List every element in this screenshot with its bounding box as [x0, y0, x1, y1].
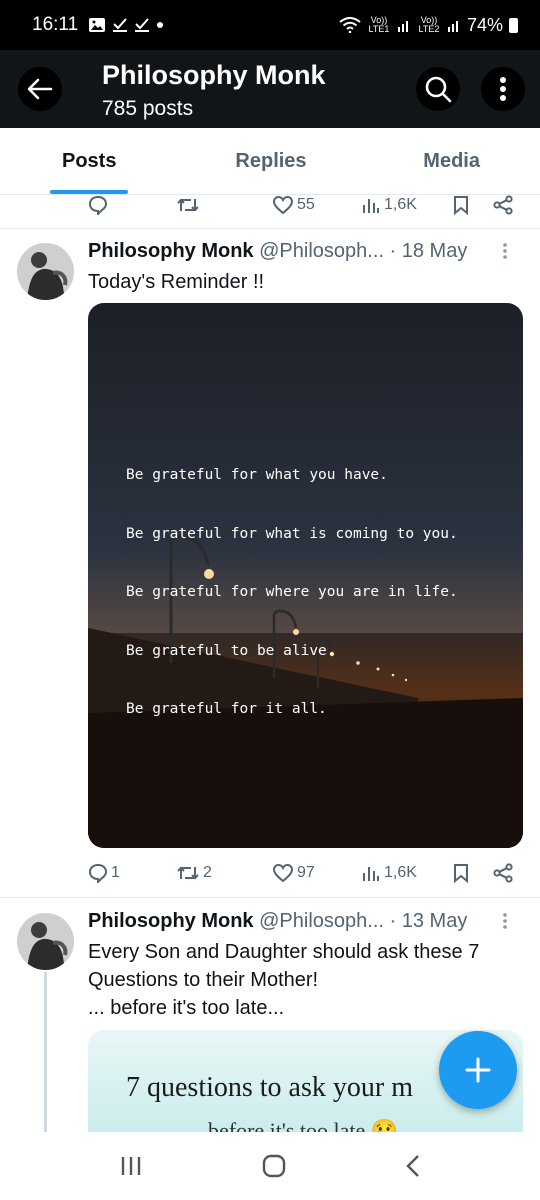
- posts-count: 785 posts: [102, 97, 194, 120]
- repost-icon: [177, 198, 199, 212]
- volte2-label: Vo)) LTE2: [418, 15, 440, 34]
- heart-icon: [272, 195, 294, 215]
- like-button[interactable]: 55: [272, 190, 315, 220]
- repost-button[interactable]: 2: [176, 858, 212, 888]
- share-button[interactable]: [492, 190, 514, 220]
- author-handle[interactable]: @Philosoph...: [259, 910, 384, 932]
- avatar-statue-image: [17, 913, 74, 970]
- repost-count: 2: [203, 864, 212, 881]
- views-count: 1,6K: [384, 864, 417, 881]
- battery-icon: [509, 17, 518, 33]
- tweet-header: Philosophy Monk @Philosoph... · 13 May: [88, 910, 467, 933]
- search-icon: [425, 76, 452, 103]
- author-handle[interactable]: @Philosoph...: [259, 240, 384, 262]
- avatar[interactable]: [17, 913, 74, 970]
- arrow-left-icon: [27, 78, 53, 100]
- like-button[interactable]: 97: [272, 858, 315, 888]
- author-name[interactable]: Philosophy Monk: [88, 910, 254, 932]
- tweet-text-line: ... before it's too late...: [88, 997, 285, 1019]
- status-notification-icons: [88, 17, 164, 33]
- image-icon: [89, 18, 106, 32]
- image-quote-text: Be grateful for what you have. Be gratef…: [126, 427, 458, 759]
- status-right: Vo)) LTE1 Vo)) LTE2 74%: [339, 15, 518, 36]
- views-icon: [363, 199, 379, 213]
- search-button[interactable]: [416, 67, 460, 111]
- divider: [0, 897, 540, 898]
- reply-icon: [88, 195, 108, 215]
- quote-line: Be grateful for what is coming to you.: [126, 525, 458, 542]
- divider: [0, 228, 540, 229]
- views-count: 1,6K: [384, 196, 417, 213]
- recent-apps-icon[interactable]: [119, 1155, 143, 1177]
- tweet-actions: 1 2 97 1,6K: [88, 858, 520, 888]
- profile-page: 16:11 Vo)) LTE1 Vo)) LTE2 74% Philosophy…: [0, 0, 540, 1200]
- avatar-statue-image: [17, 243, 74, 300]
- compose-button[interactable]: [439, 1031, 517, 1109]
- image-title-text: 7 questions to ask your m: [126, 1072, 413, 1103]
- share-icon: [493, 195, 513, 215]
- reply-button[interactable]: 1: [88, 858, 120, 888]
- heart-icon: [272, 863, 294, 883]
- reply-count: 1: [111, 864, 120, 881]
- bookmark-button[interactable]: [452, 858, 470, 888]
- more-options-button[interactable]: [481, 67, 525, 111]
- profile-tabs: Posts Replies Media: [0, 128, 540, 195]
- dot-icon: [157, 22, 164, 28]
- plus-icon: [465, 1057, 491, 1083]
- signal-icon: [397, 21, 408, 32]
- tweet-text: Every Son and Daughter should ask these …: [88, 938, 518, 1022]
- status-bar: 16:11 Vo)) LTE1 Vo)) LTE2 74%: [0, 0, 540, 50]
- back-button[interactable]: [18, 67, 62, 111]
- bookmark-icon: [454, 196, 468, 215]
- avatar[interactable]: [17, 243, 74, 300]
- bookmark-icon: [454, 864, 468, 883]
- system-nav-bar: [0, 1132, 540, 1200]
- views-button[interactable]: 1,6K: [361, 858, 417, 888]
- like-count: 55: [297, 196, 315, 213]
- tweet-header: Philosophy Monk @Philosoph... · 18 May: [88, 240, 467, 263]
- volte1-label: Vo)) LTE1: [368, 15, 390, 34]
- bookmark-button[interactable]: [452, 190, 470, 220]
- wifi-icon: [339, 17, 361, 33]
- check-download-icon: [135, 18, 150, 32]
- repost-icon: [177, 866, 199, 880]
- profile-name: Philosophy Monk: [102, 60, 326, 90]
- tweet-more-button[interactable]: [502, 912, 508, 936]
- tweet-date[interactable]: · 18 May: [390, 240, 468, 262]
- views-icon: [363, 867, 379, 881]
- tweet-text: Today's Reminder !!: [88, 271, 265, 293]
- share-button[interactable]: [492, 858, 514, 888]
- back-nav-icon[interactable]: [405, 1154, 421, 1178]
- tweet-image[interactable]: Be grateful for what you have. Be gratef…: [88, 303, 523, 848]
- thread-line: [44, 972, 47, 1132]
- author-name[interactable]: Philosophy Monk: [88, 240, 254, 262]
- prev-tweet-actions: 55 1,6K: [88, 190, 520, 220]
- quote-line: Be grateful for where you are in life.: [126, 584, 458, 600]
- home-icon[interactable]: [262, 1154, 286, 1178]
- tab-media[interactable]: Media: [341, 128, 540, 194]
- tweet-text-line: Questions to their Mother!: [88, 969, 319, 991]
- more-vertical-icon: [500, 77, 506, 101]
- tweet-more-button[interactable]: [502, 242, 508, 266]
- signal-icon: [447, 21, 458, 32]
- quote-line: Be grateful to be alive.: [126, 642, 336, 659]
- tab-replies[interactable]: Replies: [201, 128, 340, 194]
- reply-icon: [88, 863, 108, 883]
- profile-header: Philosophy Monk 785 posts: [0, 50, 540, 128]
- status-time: 16:11: [32, 14, 79, 35]
- tweet-text-line: Every Son and Daughter should ask these …: [88, 941, 480, 963]
- repost-button[interactable]: [176, 190, 200, 220]
- battery-percent: 74%: [466, 14, 503, 35]
- more-vertical-icon: [503, 243, 507, 259]
- more-vertical-icon: [503, 913, 507, 929]
- quote-line: Be grateful for what you have.: [126, 467, 388, 483]
- reply-button[interactable]: [88, 190, 108, 220]
- share-icon: [493, 863, 513, 883]
- tweet-date[interactable]: · 13 May: [390, 910, 468, 932]
- quote-line: Be grateful for it all.: [126, 701, 327, 717]
- like-count: 97: [297, 864, 315, 881]
- check-download-icon: [113, 18, 128, 32]
- views-button[interactable]: 1,6K: [361, 190, 417, 220]
- tab-posts[interactable]: Posts: [0, 128, 201, 194]
